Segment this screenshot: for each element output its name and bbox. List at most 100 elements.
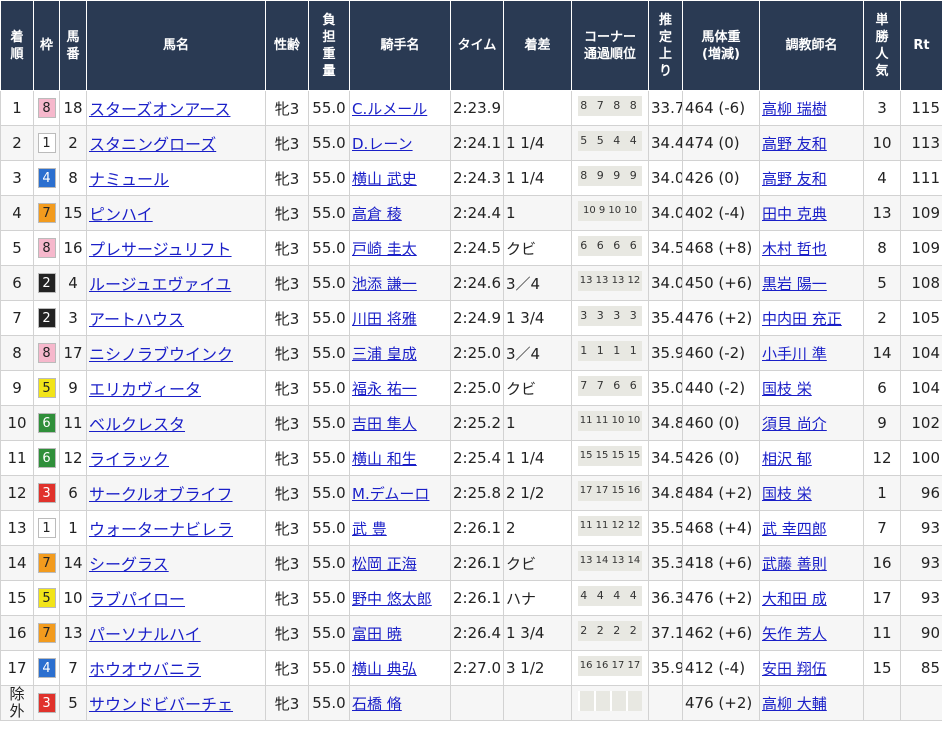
horse-name-link[interactable]: サークルオブライフ bbox=[89, 485, 233, 504]
corner-cell: 6 6 6 6 bbox=[571, 230, 649, 266]
rank-cell: 2 bbox=[0, 125, 34, 161]
horse-name-link[interactable]: アートハウス bbox=[89, 310, 184, 329]
horse-name-link[interactable]: ニシノラブウインク bbox=[89, 345, 233, 364]
jockey-cell: M.デムーロ bbox=[349, 475, 451, 511]
trainer-link[interactable]: 大和田 成 bbox=[762, 590, 827, 608]
col-last3f[interactable]: 推 定 上 り bbox=[648, 0, 683, 91]
jockey-link[interactable]: 三浦 皇成 bbox=[352, 345, 417, 363]
popularity-cell: 8 bbox=[863, 230, 901, 266]
col-popularity[interactable]: 単 勝 人 気 bbox=[863, 0, 901, 91]
col-sex-age[interactable]: 性齢 bbox=[265, 0, 309, 91]
rt-cell: 104 bbox=[900, 370, 942, 406]
horse-name-link[interactable]: スタニングローズ bbox=[89, 135, 216, 154]
horse-name-link[interactable]: ナミュール bbox=[89, 170, 169, 189]
trainer-cell: 高柳 大輔 bbox=[759, 685, 864, 721]
jockey-link[interactable]: C.ルメール bbox=[352, 100, 427, 118]
horse-name-link[interactable]: サウンドビバーチェ bbox=[89, 695, 233, 714]
horse-name-link[interactable]: ルージュエヴァイユ bbox=[89, 275, 231, 294]
trainer-link[interactable]: 矢作 芳人 bbox=[762, 625, 827, 643]
trainer-link[interactable]: 小手川 準 bbox=[762, 345, 827, 363]
trainer-link[interactable]: 黒岩 陽一 bbox=[762, 275, 827, 293]
sex-age-cell: 牝3 bbox=[265, 230, 309, 266]
horse-name-link[interactable]: ラブパイロー bbox=[89, 590, 185, 609]
trainer-link[interactable]: 国枝 栄 bbox=[762, 485, 812, 503]
jockey-link[interactable]: 石橋 脩 bbox=[352, 695, 402, 713]
body-weight-cell: 476 (+2) bbox=[682, 580, 760, 616]
horse-name-link[interactable]: ライラック bbox=[89, 450, 169, 469]
jockey-cell: 吉田 隼人 bbox=[349, 405, 451, 441]
horse-name-link[interactable]: ホウオウバニラ bbox=[89, 660, 201, 679]
trainer-link[interactable]: 木村 哲也 bbox=[762, 240, 827, 258]
horse-name-link[interactable]: パーソナルハイ bbox=[89, 625, 201, 644]
trainer-link[interactable]: 中内田 充正 bbox=[762, 310, 842, 328]
col-time[interactable]: タイム bbox=[450, 0, 504, 91]
col-umaban[interactable]: 馬 番 bbox=[59, 0, 87, 91]
col-trainer[interactable]: 調教師名 bbox=[759, 0, 864, 91]
horse-name-link[interactable]: エリカヴィータ bbox=[89, 380, 201, 399]
last3f-cell: 35.0 bbox=[648, 370, 683, 406]
rank-cell: 17 bbox=[0, 650, 34, 686]
trainer-link[interactable]: 高野 友和 bbox=[762, 135, 827, 153]
col-horse-name[interactable]: 馬名 bbox=[86, 0, 266, 91]
jockey-link[interactable]: M.デムーロ bbox=[352, 485, 429, 503]
horse-name-cell: ニシノラブウインク bbox=[86, 335, 266, 371]
col-body-weight[interactable]: 馬体重 (増減) bbox=[682, 0, 760, 91]
col-weight[interactable]: 負 担 重 量 bbox=[308, 0, 350, 91]
horse-name-link[interactable]: ウォーターナビレラ bbox=[89, 520, 233, 539]
weight-cell: 55.0 bbox=[308, 125, 350, 161]
col-rank[interactable]: 着 順 bbox=[0, 0, 34, 91]
umaban-cell: 16 bbox=[59, 230, 87, 266]
horse-name-link[interactable]: ベルクレスタ bbox=[89, 415, 185, 434]
col-corner[interactable]: コーナー 通過順位 bbox=[571, 0, 649, 91]
jockey-link[interactable]: 野中 悠太郎 bbox=[352, 590, 432, 608]
trainer-link[interactable]: 武 幸四郎 bbox=[762, 520, 827, 538]
jockey-link[interactable]: 富田 暁 bbox=[352, 625, 402, 643]
jockey-link[interactable]: 池添 謙一 bbox=[352, 275, 417, 293]
jockey-link[interactable]: 川田 将雅 bbox=[352, 310, 417, 328]
trainer-link[interactable]: 武藤 善則 bbox=[762, 555, 827, 573]
trainer-link[interactable]: 高柳 瑞樹 bbox=[762, 100, 827, 118]
horse-name-link[interactable]: シーグラス bbox=[89, 555, 169, 574]
jockey-link[interactable]: 高倉 稜 bbox=[352, 205, 402, 223]
jockey-cell: 武 豊 bbox=[349, 510, 451, 546]
popularity-cell: 17 bbox=[863, 580, 901, 616]
sex-age-cell: 牝3 bbox=[265, 440, 309, 476]
horse-name-link[interactable]: スターズオンアース bbox=[89, 100, 230, 119]
jockey-link[interactable]: 横山 典弘 bbox=[352, 660, 417, 678]
corner-cell: 11 11 12 12 bbox=[571, 510, 649, 546]
col-waku[interactable]: 枠 bbox=[33, 0, 60, 91]
horse-name-cell: ピンハイ bbox=[86, 195, 266, 231]
body-weight-cell: 426 (0) bbox=[682, 440, 760, 476]
jockey-link[interactable]: 武 豊 bbox=[352, 520, 387, 538]
last3f-cell: 34.0 bbox=[648, 265, 683, 301]
body-weight-cell: 402 (-4) bbox=[682, 195, 760, 231]
last3f-cell: 34.8 bbox=[648, 475, 683, 511]
horse-name-link[interactable]: プレサージュリフト bbox=[89, 240, 232, 259]
trainer-link[interactable]: 須貝 尚介 bbox=[762, 415, 827, 433]
trainer-link[interactable]: 相沢 郁 bbox=[762, 450, 812, 468]
waku-cell: 4 bbox=[33, 650, 60, 686]
trainer-link[interactable]: 安田 翔伍 bbox=[762, 660, 827, 678]
jockey-link[interactable]: 松岡 正海 bbox=[352, 555, 417, 573]
col-rt[interactable]: Rt bbox=[900, 0, 942, 91]
trainer-link[interactable]: 田中 克典 bbox=[762, 205, 827, 223]
trainer-link[interactable]: 高柳 大輔 bbox=[762, 695, 827, 713]
jockey-link[interactable]: 福永 祐一 bbox=[352, 380, 417, 398]
table-row: 3 4 8 ナミュール 牝3 55.0 横山 武史 2:24.3 1 1/4 8 9 9 9 34.… bbox=[0, 160, 942, 196]
jockey-link[interactable]: D.レーン bbox=[352, 135, 413, 153]
jockey-link[interactable]: 横山 武史 bbox=[352, 170, 417, 188]
jockey-link[interactable]: 戸崎 圭太 bbox=[352, 240, 417, 258]
jockey-link[interactable]: 吉田 隼人 bbox=[352, 415, 417, 433]
horse-name-link[interactable]: ピンハイ bbox=[89, 205, 153, 224]
col-jockey[interactable]: 騎手名 bbox=[349, 0, 451, 91]
weight-cell: 55.0 bbox=[308, 335, 350, 371]
horse-name-cell: ウォーターナビレラ bbox=[86, 510, 266, 546]
trainer-link[interactable]: 国枝 栄 bbox=[762, 380, 812, 398]
time-cell: 2:25.0 bbox=[450, 370, 504, 406]
col-margin[interactable]: 着差 bbox=[503, 0, 572, 91]
umaban-cell: 12 bbox=[59, 440, 87, 476]
table-row: 14 7 14 シーグラス 牝3 55.0 松岡 正海 2:26.1 クビ 13 14 13 14… bbox=[0, 545, 942, 581]
trainer-link[interactable]: 高野 友和 bbox=[762, 170, 827, 188]
jockey-cell: 高倉 稜 bbox=[349, 195, 451, 231]
jockey-link[interactable]: 横山 和生 bbox=[352, 450, 417, 468]
